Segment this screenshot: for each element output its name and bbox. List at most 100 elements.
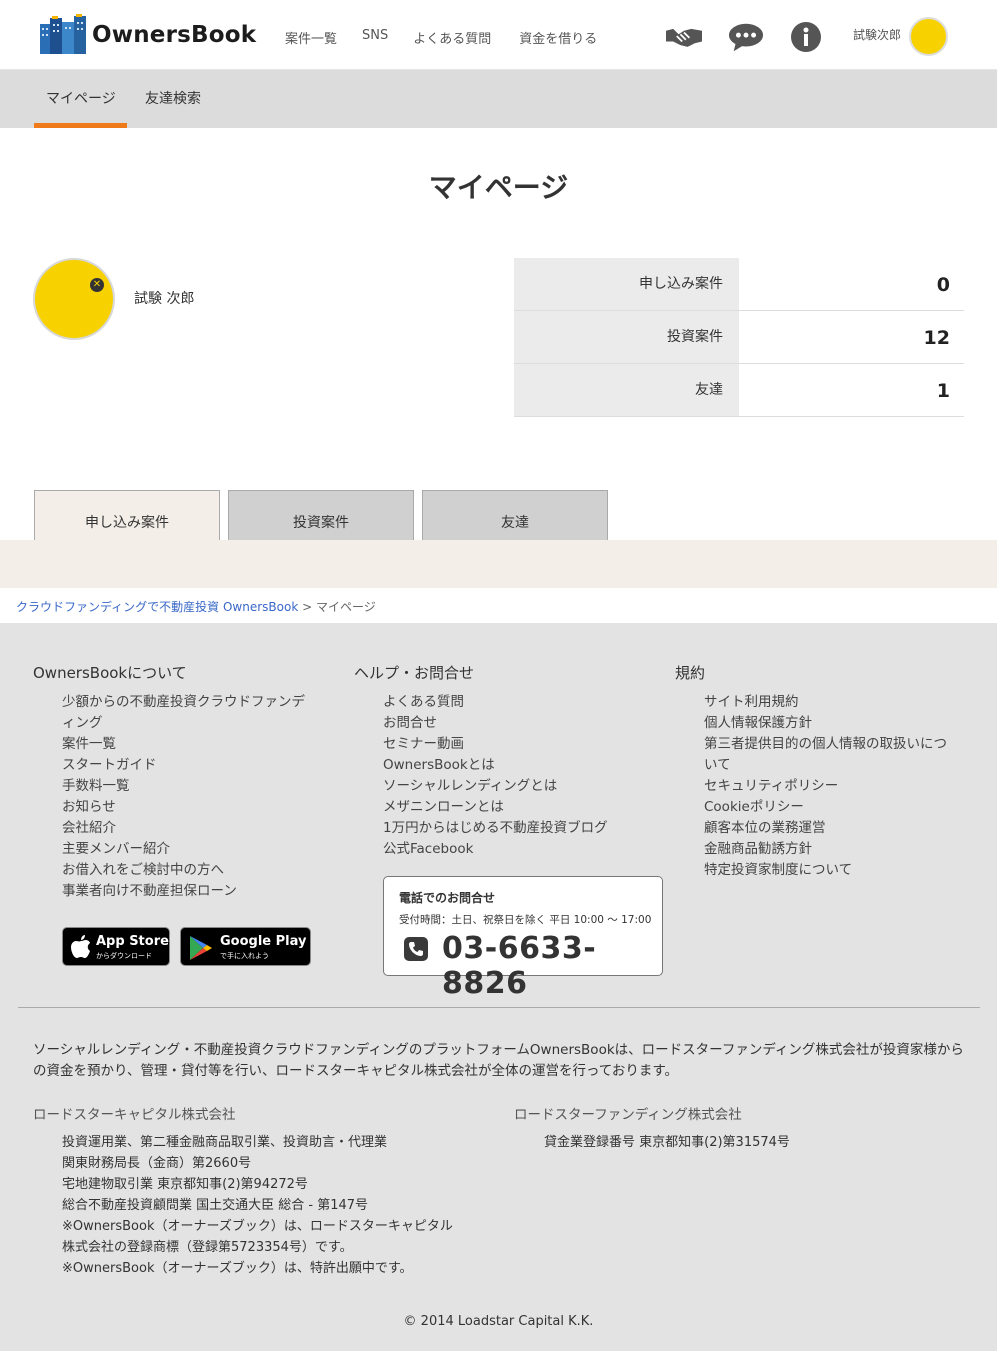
stat-label: 申し込み案件 [514, 258, 739, 310]
tab-friends[interactable]: 友達 [422, 490, 608, 541]
footer-link[interactable]: お借入れをご検討中の方へ [62, 860, 305, 881]
header-avatar[interactable] [909, 17, 948, 56]
google-play-label: Google Play [220, 934, 307, 949]
footer-link[interactable]: ソーシャルレンディングとは [383, 776, 608, 797]
footer-link[interactable]: 第三者提供目的の個人情報の取扱いにつ [704, 734, 947, 755]
site-header: OwnersBook 案件一覧 SNS よくある質問 資金を借りる 試験次郎 [0, 0, 997, 70]
footer-link[interactable]: サイト利用規約 [704, 692, 947, 713]
footer-link[interactable]: 特定投資家制度について [704, 860, 947, 881]
phone-hours: 受付時間：土日、祝祭日を除く 平日 10:00 〜 17:00 [399, 914, 652, 926]
info-icon[interactable] [788, 20, 824, 54]
footer-col-help-list: よくある質問 お問合せ セミナー動画 OwnersBookとは ソーシャルレンデ… [383, 692, 608, 860]
app-store-button[interactable]: App Store からダウンロード [62, 927, 170, 966]
app-store-label: App Store [96, 934, 169, 949]
footer-link[interactable]: 主要メンバー紹介 [62, 839, 305, 860]
apple-icon [71, 935, 90, 958]
profile-avatar[interactable] [33, 258, 115, 340]
company-detail-line: ※OwnersBook（オーナーズブック）は、特許出願中です。 [62, 1261, 413, 1276]
sub-nav: マイページ 友達検索 [0, 70, 997, 128]
footer-link[interactable]: 案件一覧 [62, 734, 305, 755]
footer-link[interactable]: OwnersBookとは [383, 755, 608, 776]
footer-divider [18, 1007, 980, 1008]
header-user-name[interactable]: 試験次郎 [853, 26, 901, 43]
company-detail-line: 関東財務局長（金商）第2660号 [62, 1156, 252, 1171]
google-play-button[interactable]: Google Play で手に入れよう [180, 927, 311, 966]
company-detail-line: 株式会社の登録商標（登録第5723354号）です。 [62, 1240, 353, 1255]
app-store-sublabel: からダウンロード [96, 952, 152, 960]
stats-table: 申し込み案件 0 投資案件 12 友達 1 [514, 258, 964, 417]
page-title: マイページ [428, 171, 569, 204]
company-detail-line: 投資運用業、第二種金融商品取引業、投資助言・代理業 [62, 1135, 388, 1150]
tab-investments[interactable]: 投資案件 [228, 490, 414, 541]
footer-link[interactable]: 個人情報保護方針 [704, 713, 947, 734]
footer-link[interactable]: いて [704, 755, 947, 776]
stat-label: 友達 [514, 364, 739, 416]
tab-mypage[interactable]: マイページ [46, 88, 116, 108]
nav-faq[interactable]: よくある質問 [413, 28, 491, 47]
building-logo-icon [40, 14, 86, 54]
copyright: © 2014 Loadstar Capital K.K. [403, 1314, 594, 1329]
stat-row-friends: 友達 1 [514, 364, 964, 417]
footer-link[interactable]: セミナー動画 [383, 734, 608, 755]
stat-row-applications: 申し込み案件 0 [514, 258, 964, 311]
remove-avatar-icon[interactable]: ✕ [90, 278, 104, 292]
footer-link[interactable]: お知らせ [62, 797, 305, 818]
footer-link[interactable]: スタートガイド [62, 755, 305, 776]
footer-link[interactable]: お問合せ [383, 713, 608, 734]
footer-link[interactable]: メザニンローンとは [383, 797, 608, 818]
stat-label: 投資案件 [514, 311, 739, 363]
main-nav: 案件一覧 SNS よくある質問 資金を借りる [285, 28, 622, 47]
phone-icon [404, 937, 428, 961]
company1-details: 投資運用業、第二種金融商品取引業、投資助言・代理業 関東財務局長（金商）第266… [62, 1132, 453, 1279]
nav-sns[interactable]: SNS [362, 28, 388, 47]
footer-link[interactable]: よくある質問 [383, 692, 608, 713]
footer-link[interactable]: 事業者向け不動産担保ローン [62, 881, 305, 902]
tab-content-panel [0, 540, 997, 588]
chat-icon[interactable] [728, 20, 764, 54]
phone-contact-box: 電話でのお問合せ 受付時間：土日、祝祭日を除く 平日 10:00 〜 17:00… [383, 876, 663, 1001]
phone-title: 電話でのお問合せ [399, 891, 496, 905]
breadcrumb: クラウドファンディングで不動産投資 OwnersBook > マイページ [16, 598, 376, 615]
stat-value: 1 [936, 380, 950, 402]
nav-projects[interactable]: 案件一覧 [285, 28, 337, 47]
logo-text: OwnersBook [92, 22, 257, 48]
footer-link[interactable]: 公式Facebook [383, 839, 608, 860]
active-tab-indicator [34, 123, 127, 128]
breadcrumb-separator: > [302, 600, 313, 614]
nav-borrow[interactable]: 資金を借りる [519, 28, 597, 47]
footer-link[interactable]: 少額からの不動産投資クラウドファンデ [62, 692, 305, 713]
footer-link[interactable]: 金融商品勧誘方針 [704, 839, 947, 860]
company2-name: ロードスターファンディング株式会社 [514, 1107, 742, 1123]
footer-col-terms-list: サイト利用規約 個人情報保護方針 第三者提供目的の個人情報の取扱いにつ いて セ… [704, 692, 947, 881]
company-detail-line: ※OwnersBook（オーナーズブック）は、ロードスターキャピタル [62, 1219, 453, 1234]
company2-details: 貸金業登録番号 東京都知事(2)第31574号 [544, 1132, 790, 1153]
company-detail-line: 宅地建物取引業 東京都知事(2)第94272号 [62, 1177, 308, 1192]
company-detail-line: 貸金業登録番号 東京都知事(2)第31574号 [544, 1135, 790, 1150]
breadcrumb-home-link[interactable]: クラウドファンディングで不動産投資 OwnersBook [16, 600, 298, 614]
tab-friend-search[interactable]: 友達検索 [145, 88, 201, 108]
company-detail-line: 総合不動産投資顧問業 国土交通大臣 総合 - 第147号 [62, 1198, 369, 1213]
footer-col-about-list: 少額からの不動産投資クラウドファンデ ィング 案件一覧 スタートガイド 手数料一… [62, 692, 305, 902]
footer-col-help-title: ヘルプ・お問合せ [354, 664, 475, 682]
company1-name: ロードスターキャピタル株式会社 [33, 1107, 236, 1123]
footer-link[interactable]: セキュリティポリシー [704, 776, 947, 797]
profile-name: 試験 次郎 [134, 291, 195, 307]
stat-value: 12 [923, 327, 950, 349]
footer-link[interactable]: ィング [62, 713, 305, 734]
tab-applications[interactable]: 申し込み案件 [34, 490, 220, 541]
stat-value: 0 [936, 274, 950, 296]
handshake-icon[interactable] [666, 20, 702, 54]
breadcrumb-current: マイページ [316, 600, 376, 614]
footer-link[interactable]: 顧客本位の業務運営 [704, 818, 947, 839]
phone-number[interactable]: 03-6633-8826 [442, 931, 662, 1001]
footer-link[interactable]: 手数料一覧 [62, 776, 305, 797]
google-play-sublabel: で手に入れよう [220, 952, 269, 960]
footer-link[interactable]: Cookieポリシー [704, 797, 947, 818]
stat-row-investments: 投資案件 12 [514, 311, 964, 364]
footer-link[interactable]: 1万円からはじめる不動産投資ブログ [383, 818, 608, 839]
logo[interactable]: OwnersBook [38, 14, 256, 56]
footer-col-terms-title: 規約 [675, 664, 706, 682]
footer-description: ソーシャルレンディング・不動産投資クラウドファンディングのプラットフォームOwn… [33, 1042, 964, 1079]
footer-col-about-title: OwnersBookについて [33, 664, 187, 682]
footer-link[interactable]: 会社紹介 [62, 818, 305, 839]
